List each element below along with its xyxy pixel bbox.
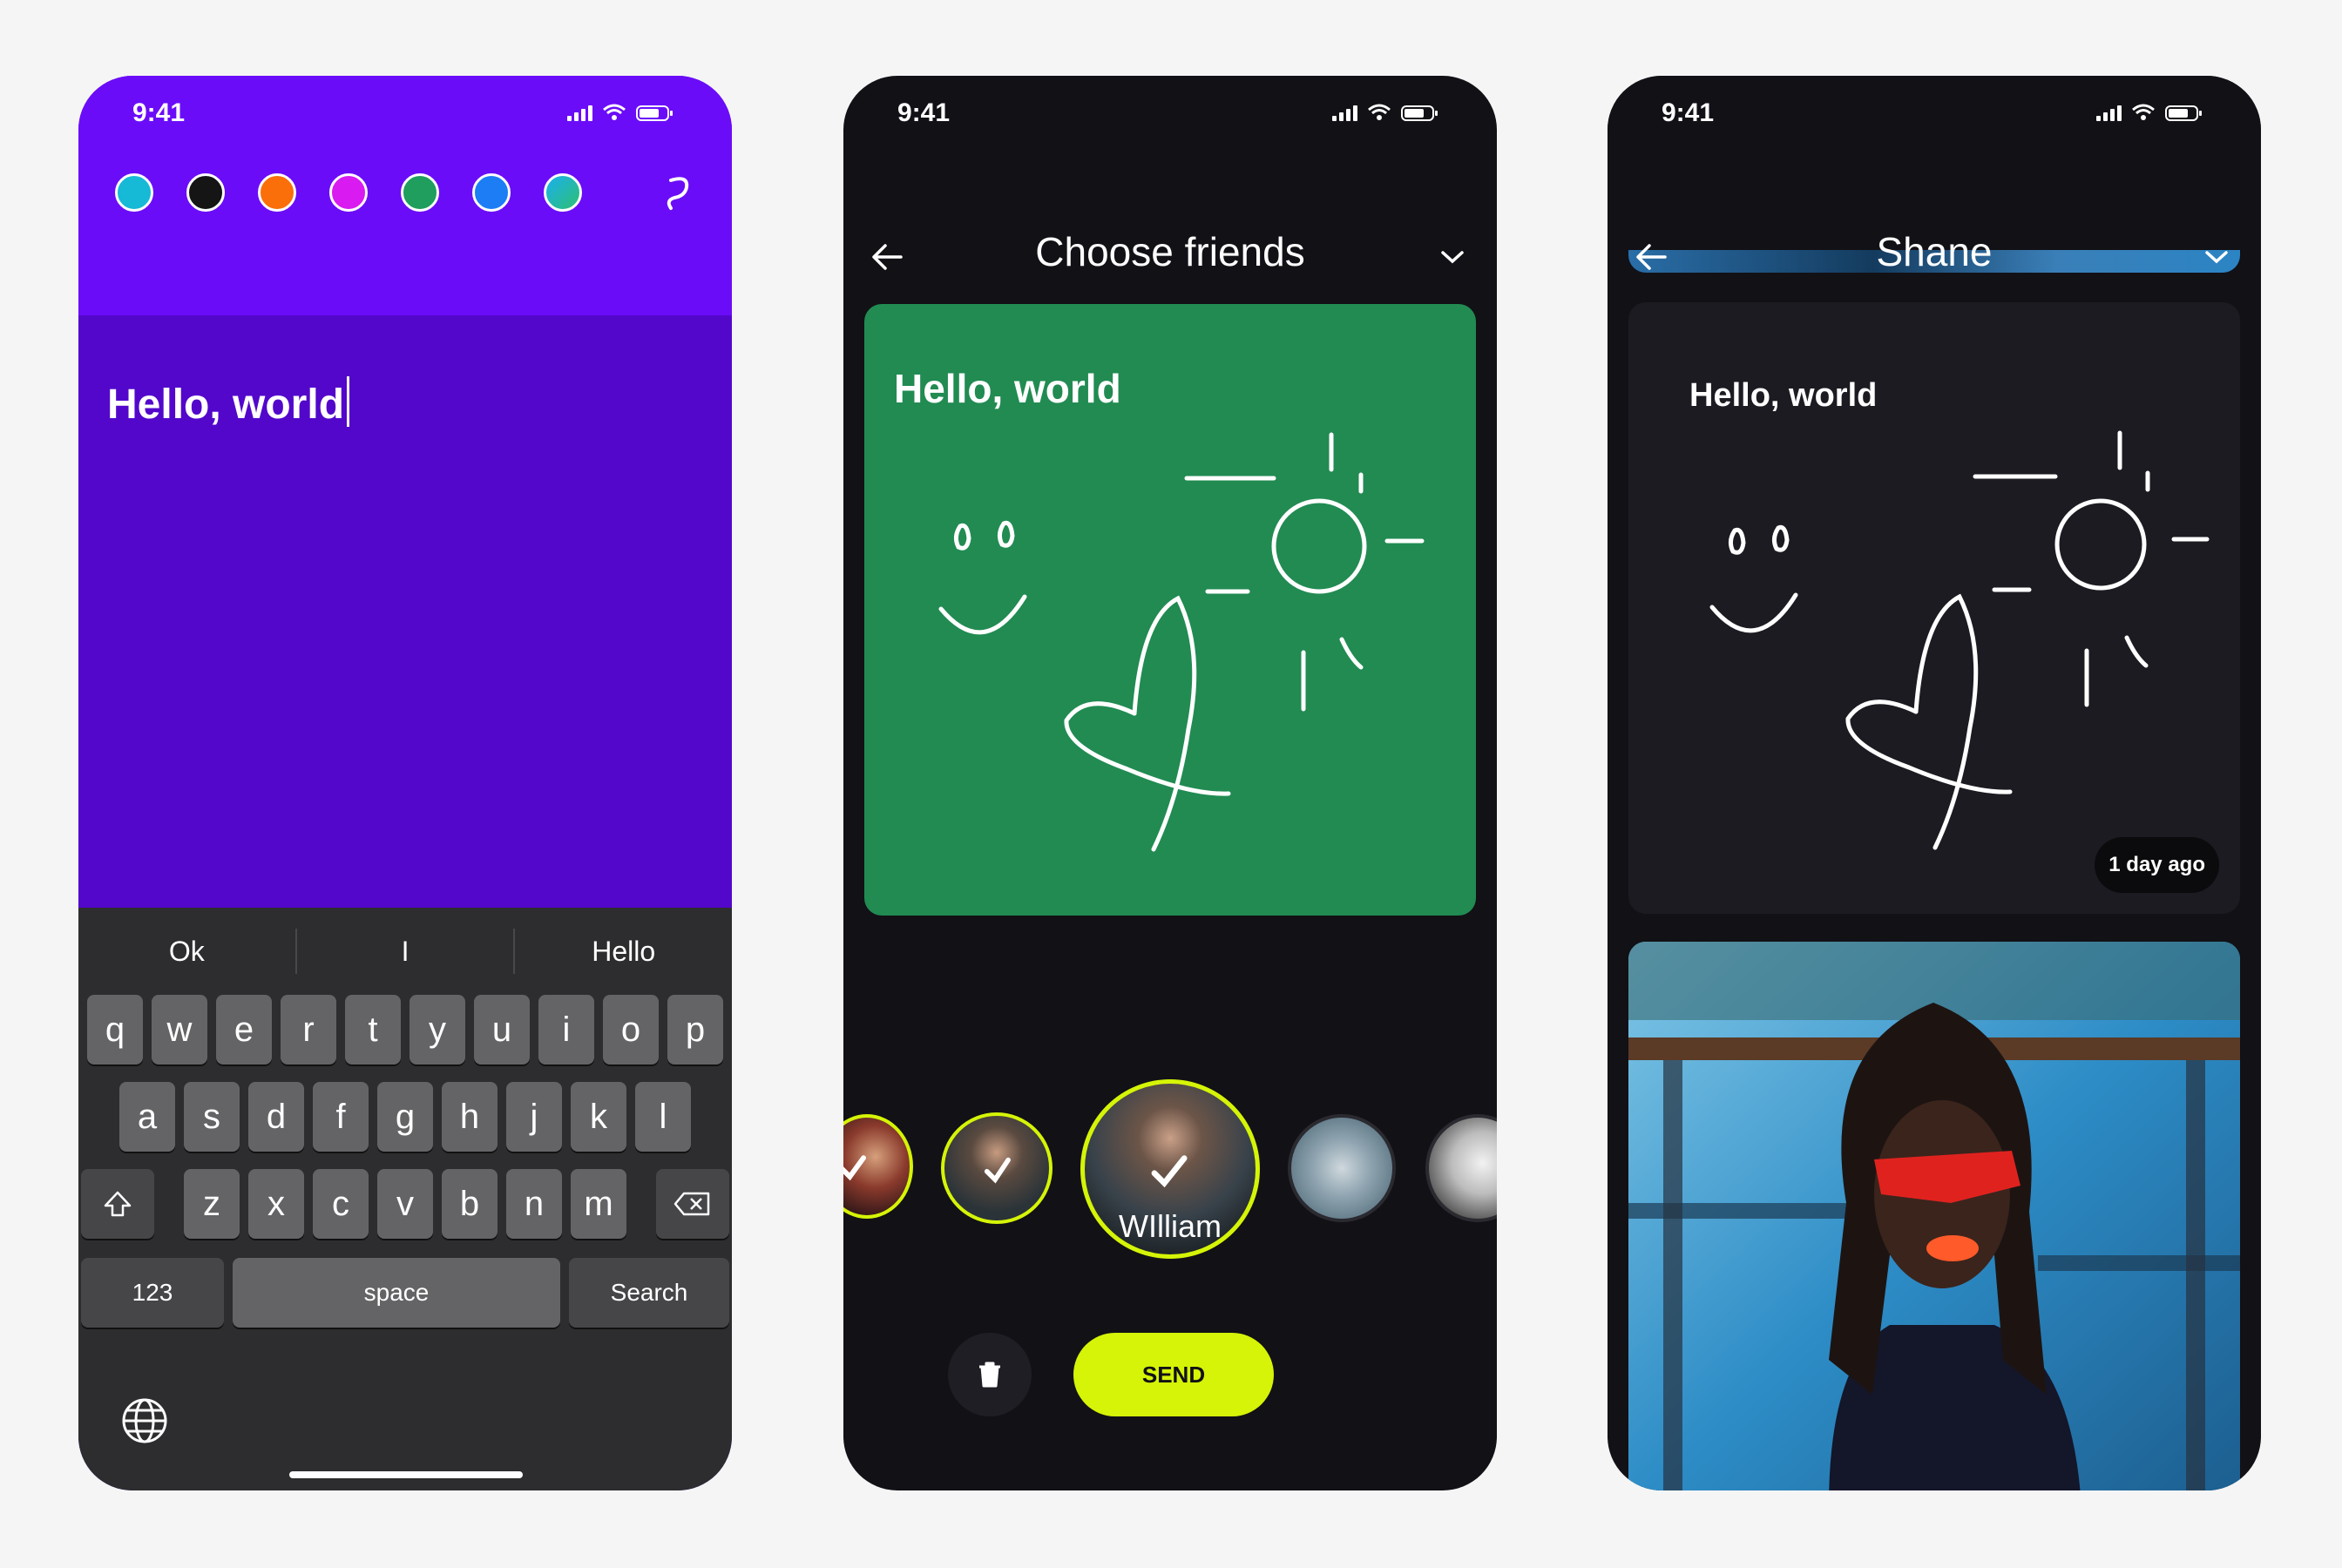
trash-icon: [979, 1362, 1000, 1388]
status-time: 9:41: [1662, 98, 1715, 127]
friend-avatar-4[interactable]: [1288, 1114, 1396, 1222]
key-y[interactable]: y: [410, 995, 465, 1064]
chevron-down-icon[interactable]: [2203, 247, 2230, 267]
signal-icon: [567, 104, 592, 121]
shift-key[interactable]: [81, 1169, 154, 1239]
doodle-drawing: [938, 432, 1425, 852]
status-bar: 9:41: [843, 76, 1497, 154]
key-u[interactable]: u: [474, 995, 530, 1064]
key-b[interactable]: b: [442, 1169, 498, 1239]
portrait-photo: [1628, 942, 2240, 1490]
text-caret: [347, 376, 350, 427]
key-v[interactable]: v: [377, 1169, 433, 1239]
key-row-1: q w e r t y u i o p: [78, 995, 732, 1064]
key-e[interactable]: e: [216, 995, 272, 1064]
battery-icon: [1401, 105, 1438, 121]
key-w[interactable]: w: [152, 995, 207, 1064]
send-button[interactable]: SEND: [1073, 1333, 1274, 1416]
key-k[interactable]: k: [571, 1082, 626, 1152]
key-p[interactable]: p: [667, 995, 723, 1064]
key-j[interactable]: j: [506, 1082, 562, 1152]
suggestion-bar: Ok I Hello: [78, 908, 732, 995]
battery-icon: [2165, 105, 2202, 121]
page-title: Choose friends: [1035, 229, 1305, 274]
key-i[interactable]: i: [538, 995, 594, 1064]
key-c[interactable]: c: [313, 1169, 369, 1239]
friend-avatar-2[interactable]: [941, 1112, 1053, 1224]
backspace-key[interactable]: [656, 1169, 729, 1239]
home-indicator: [289, 1471, 523, 1478]
key-z[interactable]: z: [184, 1169, 240, 1239]
key-x[interactable]: x: [248, 1169, 304, 1239]
key-f[interactable]: f: [313, 1082, 369, 1152]
status-bar: 9:41: [78, 76, 732, 154]
swatch-magenta[interactable]: [329, 173, 368, 212]
globe-icon[interactable]: [120, 1396, 169, 1445]
key-g[interactable]: g: [377, 1082, 433, 1152]
chevron-down-icon[interactable]: [1439, 247, 1465, 267]
backspace-icon: [673, 1192, 710, 1216]
key-l[interactable]: l: [635, 1082, 691, 1152]
choose-friends-phone: 9:41 Choose friends Hello, world WIlliam…: [843, 76, 1497, 1490]
status-time: 9:41: [132, 98, 186, 127]
key-t[interactable]: t: [345, 995, 401, 1064]
swatch-gradient[interactable]: [544, 173, 582, 212]
key-o[interactable]: o: [603, 995, 659, 1064]
check-icon: [843, 1155, 867, 1181]
key-h[interactable]: h: [442, 1082, 498, 1152]
status-bar: 9:41: [1608, 76, 2261, 154]
check-icon: [984, 1157, 1011, 1184]
key-m[interactable]: m: [571, 1169, 626, 1239]
battery-icon: [636, 105, 673, 121]
signal-icon: [2096, 104, 2122, 121]
key-r[interactable]: r: [281, 995, 336, 1064]
signal-icon: [1332, 104, 1357, 121]
friend-avatar-right[interactable]: [1425, 1114, 1497, 1222]
swatch-black[interactable]: [186, 173, 225, 212]
key-a[interactable]: a: [119, 1082, 175, 1152]
key-n[interactable]: n: [506, 1169, 562, 1239]
redo-icon[interactable]: [659, 172, 702, 215]
page-title: Shane: [1876, 229, 1993, 274]
friend-avatar-left[interactable]: [843, 1114, 913, 1219]
time-badge: 1 day ago: [2095, 837, 2219, 893]
suggestion-1[interactable]: Ok: [78, 936, 295, 968]
key-q[interactable]: q: [87, 995, 143, 1064]
wifi-icon: [2132, 104, 2155, 120]
suggestion-3[interactable]: Hello: [515, 936, 732, 968]
swatch-blue[interactable]: [472, 173, 511, 212]
suggestion-2[interactable]: I: [297, 936, 514, 968]
shift-icon: [104, 1191, 132, 1217]
key-d[interactable]: d: [248, 1082, 304, 1152]
search-key[interactable]: Search: [569, 1258, 729, 1328]
friend-carousel: [843, 999, 1497, 1259]
selected-friend-name: WIlliam: [1119, 1208, 1222, 1244]
delete-button[interactable]: [948, 1333, 1032, 1416]
key-row-4: 123 space Search: [78, 1258, 732, 1328]
conversation-phone: 9:41 Shane Hello, world 1 day ago: [1608, 76, 2261, 1490]
space-key[interactable]: space: [233, 1258, 560, 1328]
color-swatches: [115, 173, 582, 212]
editor-phone: 9:41 Hello, world Ok I Hello q w e r t y…: [78, 76, 732, 1490]
note-text: Hello, world: [107, 382, 345, 428]
wifi-icon: [603, 104, 626, 120]
note-preview-card: Hello, world: [864, 304, 1476, 916]
note-text-field[interactable]: Hello, world: [107, 376, 350, 429]
key-row-2: a s d f g h j k l: [78, 1082, 732, 1152]
swatch-orange[interactable]: [258, 173, 296, 212]
photo-message[interactable]: [1628, 942, 2240, 1490]
keyboard: Ok I Hello q w e r t y u i o p a s d f g…: [78, 908, 732, 1490]
swatch-cyan[interactable]: [115, 173, 153, 212]
wifi-icon: [1368, 104, 1391, 120]
key-row-3: z x c v b n m: [78, 1169, 732, 1239]
key-s[interactable]: s: [184, 1082, 240, 1152]
received-note-card[interactable]: Hello, world 1 day ago: [1628, 302, 2240, 914]
doodle-drawing: [1709, 430, 2210, 850]
numbers-key[interactable]: 123: [81, 1258, 224, 1328]
status-time: 9:41: [897, 98, 951, 127]
swatch-green[interactable]: [401, 173, 439, 212]
